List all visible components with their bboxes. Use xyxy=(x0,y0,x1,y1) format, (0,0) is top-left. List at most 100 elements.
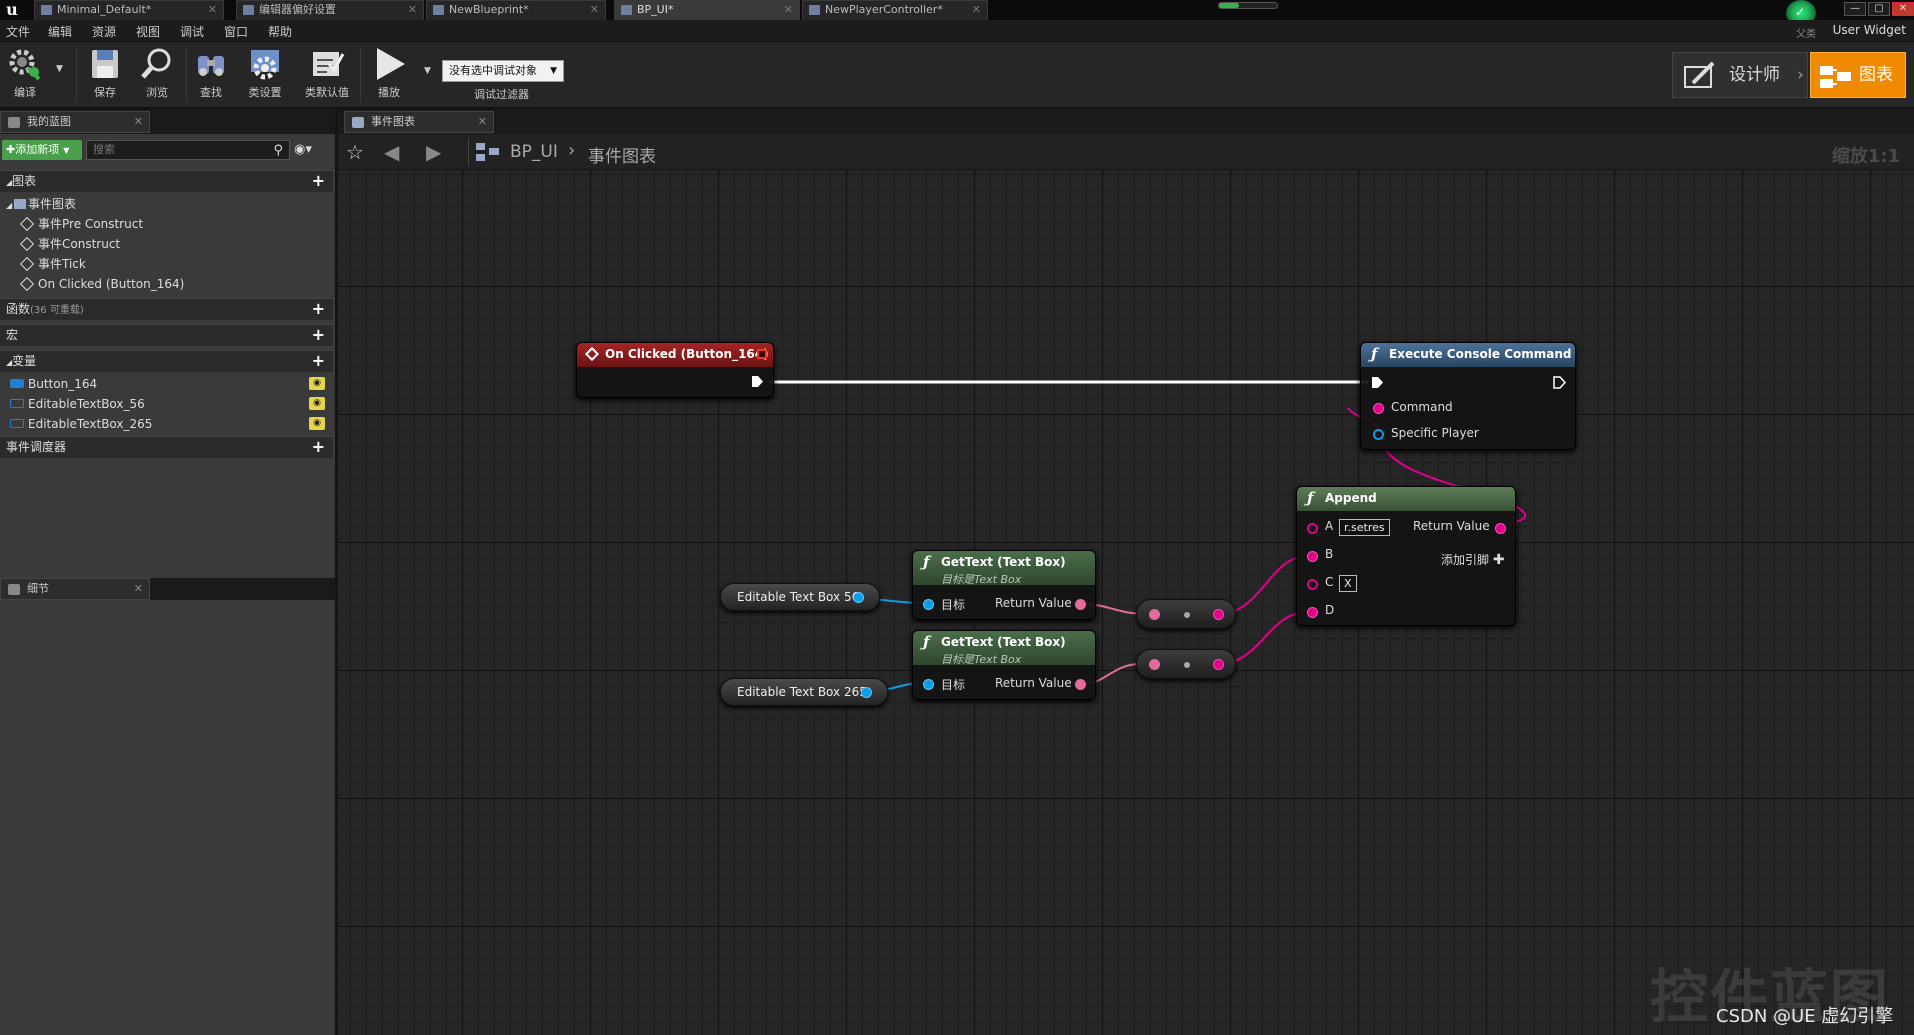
favorite-star-icon[interactable]: ☆ xyxy=(346,140,364,164)
node-on-clicked[interactable]: On Clicked (Button_164) xyxy=(576,342,774,398)
tab-newblueprint[interactable]: NewBlueprint* ✕ xyxy=(426,0,606,20)
debug-object-select[interactable]: 没有选中调试对象 ▼ xyxy=(442,60,564,82)
chevron-down-icon[interactable]: ▼ xyxy=(424,66,431,76)
add-dispatcher-button[interactable]: + xyxy=(312,437,325,457)
text-to-string-conversion-1[interactable] xyxy=(1136,599,1236,629)
append-c-value-input[interactable]: X xyxy=(1339,575,1357,592)
delegate-pin-icon[interactable] xyxy=(757,349,767,359)
event-item-pre-construct[interactable]: 事件Pre Construct xyxy=(0,214,333,234)
macros-section-header[interactable]: 宏 + xyxy=(0,324,333,346)
close-icon[interactable]: ✕ xyxy=(134,112,143,132)
menu-debug[interactable]: 调试 xyxy=(180,23,204,40)
append-a-value-input[interactable]: r.setres xyxy=(1339,519,1390,536)
close-icon[interactable]: ✕ xyxy=(590,1,599,19)
menu-asset[interactable]: 资源 xyxy=(92,23,116,40)
visibility-eye-icon[interactable]: ◉ xyxy=(309,417,325,430)
close-icon[interactable]: ✕ xyxy=(408,1,417,19)
save-button[interactable]: 保存 xyxy=(80,46,130,104)
menu-view[interactable]: 视图 xyxy=(136,23,160,40)
event-graph-item[interactable]: ◢ 事件图表 xyxy=(0,194,333,214)
visibility-eye-icon[interactable]: ◉ xyxy=(309,397,325,410)
graph-mode-button[interactable]: 图表 xyxy=(1810,52,1906,98)
gettext1-target-pin[interactable] xyxy=(923,599,934,610)
chevron-down-icon[interactable]: ▼ xyxy=(56,64,63,74)
parent-class-link[interactable]: User Widget xyxy=(1833,23,1906,37)
exec-in-pin[interactable] xyxy=(1371,376,1384,389)
tab-my-blueprint[interactable]: 我的蓝图 ✕ xyxy=(0,111,150,133)
close-icon[interactable]: ✕ xyxy=(134,579,143,599)
menu-help[interactable]: 帮助 xyxy=(268,23,292,40)
append-pin-a[interactable] xyxy=(1307,523,1318,534)
node-gettext-2[interactable]: ƒ GetText (Text Box) 目标是Text Box 目标 Retu… xyxy=(912,630,1096,700)
append-pin-d[interactable] xyxy=(1307,607,1318,618)
conversion1-out-pin[interactable] xyxy=(1213,609,1224,620)
maximize-button[interactable]: ▢ xyxy=(1868,2,1890,16)
graphs-section-header[interactable]: ◢图表 + xyxy=(0,170,333,192)
node-editable-text-box-56[interactable]: Editable Text Box 56 xyxy=(720,583,880,611)
textbox265-output-pin[interactable] xyxy=(861,687,872,698)
breadcrumb-blueprint[interactable]: BP_UI xyxy=(510,142,558,162)
exec-out-pin[interactable] xyxy=(1553,376,1566,389)
variable-item-button-164[interactable]: Button_164 ◉ xyxy=(0,374,333,394)
event-dispatchers-section-header[interactable]: 事件调度器 + xyxy=(0,436,333,458)
event-item-on-clicked[interactable]: On Clicked (Button_164) xyxy=(0,274,333,294)
append-pin-c[interactable] xyxy=(1307,579,1318,590)
node-gettext-1[interactable]: ƒ GetText (Text Box) 目标是Text Box 目标 Retu… xyxy=(912,550,1096,620)
node-execute-console-command[interactable]: ƒ Execute Console Command Command Specif… xyxy=(1360,342,1576,450)
conversion1-in-pin[interactable] xyxy=(1149,609,1160,620)
tab-minimal-default[interactable]: Minimal_Default* ✕ xyxy=(34,0,224,20)
node-append[interactable]: ƒ Append A r.setres Return Value B 添加引脚 … xyxy=(1296,486,1516,626)
add-variable-button[interactable]: + xyxy=(312,351,325,371)
breadcrumb-graph[interactable]: 事件图表 xyxy=(588,142,656,167)
tab-details[interactable]: 细节 ✕ xyxy=(0,578,150,600)
close-icon[interactable]: ✕ xyxy=(208,1,217,19)
graph-canvas[interactable] xyxy=(338,170,1914,1035)
tab-bp-ui[interactable]: BP_UI* ✕ xyxy=(614,0,800,20)
close-icon[interactable]: ✕ xyxy=(478,112,487,132)
functions-section-header[interactable]: 函数(36 可重载) + xyxy=(0,298,333,320)
back-arrow-icon[interactable]: ◀ xyxy=(384,140,399,164)
add-function-button[interactable]: + xyxy=(312,299,325,319)
add-graph-button[interactable]: + xyxy=(312,171,325,191)
view-options-eye-icon[interactable]: ◉▾ xyxy=(294,142,312,157)
add-macro-button[interactable]: + xyxy=(312,325,325,345)
menu-edit[interactable]: 编辑 xyxy=(48,23,72,40)
close-icon[interactable]: ✕ xyxy=(972,1,981,19)
textbox56-output-pin[interactable] xyxy=(853,592,864,603)
variables-section-header[interactable]: ◢变量 + xyxy=(0,350,333,372)
find-button[interactable]: 查找 xyxy=(186,46,236,104)
conversion2-out-pin[interactable] xyxy=(1213,659,1224,670)
forward-arrow-icon[interactable]: ▶ xyxy=(426,140,441,164)
exec-out-pin[interactable] xyxy=(751,375,764,388)
conversion2-in-pin[interactable] xyxy=(1149,659,1160,670)
menu-file[interactable]: 文件 xyxy=(6,23,30,40)
command-pin[interactable] xyxy=(1373,403,1384,414)
menu-window[interactable]: 窗口 xyxy=(224,23,248,40)
event-item-tick[interactable]: 事件Tick xyxy=(0,254,333,274)
tab-newplayercontroller[interactable]: NewPlayerController* ✕ xyxy=(802,0,988,20)
gettext2-return-pin[interactable] xyxy=(1075,679,1086,690)
tab-editor-preferences[interactable]: 编辑器偏好设置 ✕ xyxy=(236,0,424,20)
variable-item-editabletextbox-265[interactable]: EditableTextBox_265 ◉ xyxy=(0,414,333,434)
append-pin-b[interactable] xyxy=(1307,551,1318,562)
text-to-string-conversion-2[interactable] xyxy=(1136,649,1236,679)
gettext1-return-pin[interactable] xyxy=(1075,599,1086,610)
gettext2-target-pin[interactable] xyxy=(923,679,934,690)
event-item-construct[interactable]: 事件Construct xyxy=(0,234,333,254)
close-icon[interactable]: ✕ xyxy=(784,1,793,19)
designer-mode-button[interactable]: 设计师 › xyxy=(1672,52,1808,98)
add-new-button[interactable]: ✚添加新项 ▼ xyxy=(2,140,82,160)
class-settings-button[interactable]: 类设置 xyxy=(240,46,290,104)
variable-item-editabletextbox-56[interactable]: EditableTextBox_56 ◉ xyxy=(0,394,333,414)
tab-event-graph[interactable]: 事件图表 ✕ xyxy=(344,111,494,133)
specific-player-pin[interactable] xyxy=(1373,429,1384,440)
class-defaults-button[interactable]: 类默认值 xyxy=(296,46,358,104)
browse-button[interactable]: 浏览 xyxy=(132,46,182,104)
add-pin-button[interactable]: 添加引脚 ✚ xyxy=(1441,551,1505,568)
compile-button[interactable]: 编译 xyxy=(0,46,50,104)
append-return-pin[interactable] xyxy=(1495,523,1506,534)
node-editable-text-box-265[interactable]: Editable Text Box 265 xyxy=(720,678,888,706)
play-button[interactable]: 播放 xyxy=(364,46,414,104)
visibility-eye-icon[interactable]: ◉ xyxy=(309,377,325,390)
close-window-button[interactable]: ✕ xyxy=(1892,2,1914,16)
